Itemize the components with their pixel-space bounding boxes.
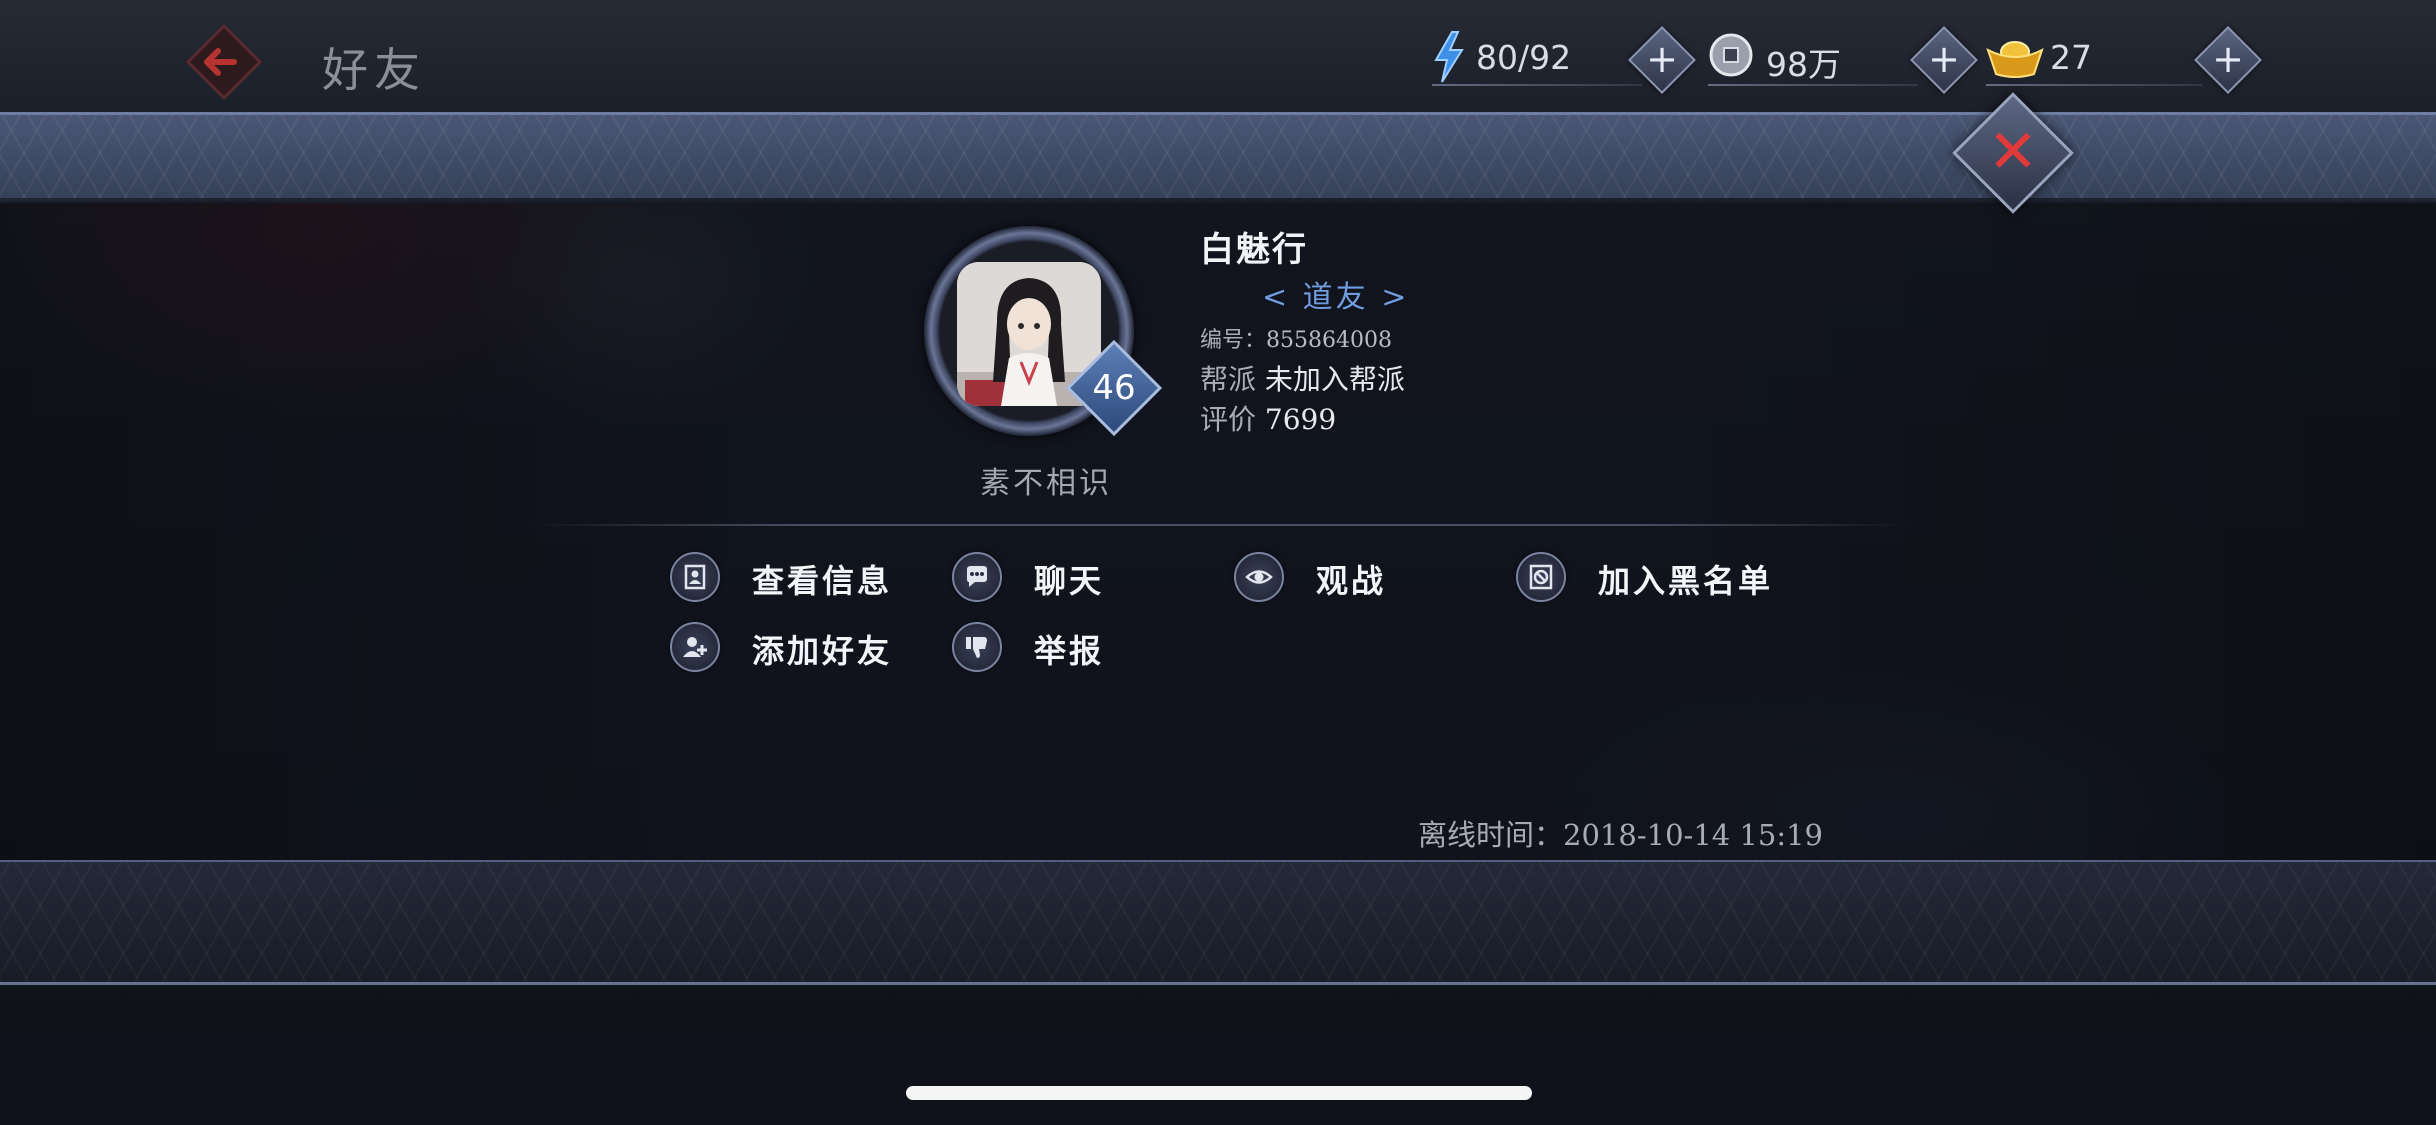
spectate-label: 观战: [1316, 562, 1387, 600]
gold-ingot-icon: [1986, 41, 2044, 78]
header-band: [0, 112, 2436, 203]
coins-value: 98万: [1766, 45, 1841, 84]
footer-band: [0, 860, 2436, 985]
rating-label: 评价: [1200, 403, 1257, 436]
blacklist-button[interactable]: 加入黑名单: [1516, 552, 1806, 606]
add-ingots-button[interactable]: +: [2194, 26, 2262, 94]
spectate-button[interactable]: 观战: [1234, 552, 1434, 606]
guild-row: 帮派 未加入帮派: [1200, 358, 1405, 398]
player-title: < 道友 >: [1262, 280, 1410, 315]
friend-profile-screen: 好友 80/92 + 98万 + 27 + ✕ 46 素不相识 白魅行 < 道友…: [0, 0, 2436, 1125]
view-info-label: 查看信息: [752, 562, 893, 600]
add-friend-label: 添加好友: [752, 632, 893, 670]
chat-button[interactable]: 聊天: [952, 552, 1152, 606]
ingots-underline: [1986, 84, 2202, 86]
guild-label: 帮派: [1200, 363, 1257, 396]
report-label: 举报: [1034, 632, 1105, 670]
close-icon: ✕: [1987, 117, 2039, 187]
offline-time-label: 离线时间：: [1418, 818, 1564, 852]
relation-status: 素不相识: [980, 466, 1112, 501]
chat-bubble-icon: [952, 552, 1002, 602]
plus-icon: +: [1928, 37, 1960, 81]
coins-counter: 98万: [1708, 30, 1918, 86]
plus-icon: +: [1646, 37, 1678, 81]
eye-icon: [1234, 552, 1284, 602]
page-title: 好友: [322, 43, 426, 97]
block-icon: [1516, 552, 1566, 602]
player-name: 白魅行: [1200, 230, 1308, 270]
player-id-row: 编号：855864008: [1200, 322, 1392, 354]
rating-value: 7699: [1264, 403, 1337, 436]
stamina-underline: [1432, 84, 1642, 86]
guild-value: 未加入帮派: [1264, 363, 1405, 396]
add-friend-button[interactable]: 添加好友: [670, 622, 910, 676]
back-button[interactable]: [184, 22, 264, 102]
home-indicator[interactable]: [906, 1086, 1532, 1100]
lightning-icon: [1434, 31, 1464, 83]
stamina-value: 80/92: [1476, 38, 1572, 77]
section-divider: [530, 524, 1910, 526]
player-id-label: 编号：: [1200, 328, 1267, 353]
offline-time-value: 2018-10-14 15:19: [1563, 818, 1824, 852]
ingots-value: 27: [2050, 38, 2092, 77]
blacklist-label: 加入黑名单: [1598, 562, 1774, 600]
level-value: 46: [1092, 368, 1136, 408]
top-bar: 好友 80/92 + 98万 + 27 +: [0, 0, 2436, 112]
add-coins-button[interactable]: +: [1910, 26, 1978, 94]
rating-row: 评价 7699: [1200, 398, 1336, 438]
report-button[interactable]: 举报: [952, 622, 1152, 676]
coins-underline: [1708, 84, 1918, 86]
profile-card-icon: [670, 552, 720, 602]
plus-icon: +: [2212, 37, 2244, 81]
player-id-value: 855864008: [1266, 328, 1392, 353]
ingots-counter: 27: [1986, 30, 2202, 86]
chat-label: 聊天: [1034, 562, 1105, 600]
thumbs-down-icon: [952, 622, 1002, 672]
back-arrow-icon: [185, 23, 263, 101]
stamina-counter: 80/92: [1432, 30, 1642, 86]
view-info-button[interactable]: 查看信息: [670, 552, 910, 606]
add-friend-icon: [670, 622, 720, 672]
profile-panel: [0, 198, 2436, 860]
offline-time: 离线时间：2018-10-14 15:19: [1418, 812, 1823, 854]
coin-icon: [1709, 33, 1753, 77]
